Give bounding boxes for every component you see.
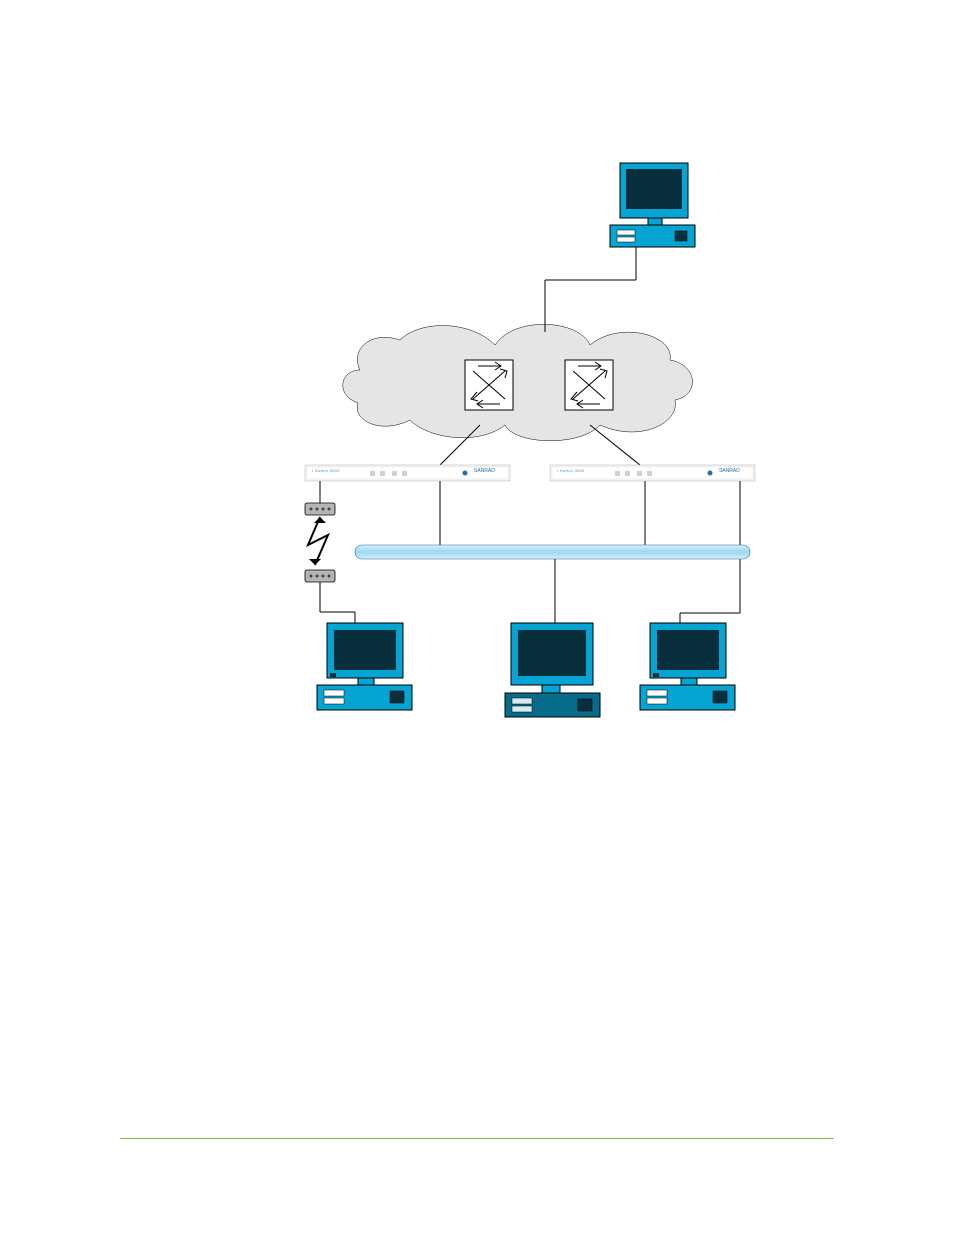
v-switch-a-brand: SANRAD: [474, 468, 495, 474]
ethernet-bus: [355, 545, 750, 559]
client-pc-right: [640, 623, 735, 710]
page: i Switch 3000 SANRAD i Switch 3000 SANRA…: [0, 0, 954, 1235]
switch-symbol-left: [465, 360, 513, 410]
footer-separator: [120, 1138, 834, 1139]
v-switch-a-label: i Switch 3000: [312, 468, 340, 473]
v-switch-b-brand: SANRAD: [719, 468, 740, 474]
diagram-svg: [280, 145, 760, 745]
modem-bottom: [305, 570, 335, 582]
modem-top: [305, 503, 335, 515]
switch-symbol-right: [565, 360, 613, 410]
cloud: [343, 324, 693, 440]
client-pc-top: [610, 163, 695, 247]
v-switch-b-label: i Switch 3000: [557, 468, 585, 473]
client-pc-middle: [505, 623, 600, 717]
client-pc-left: [317, 623, 412, 710]
lightning-icon: [308, 517, 328, 565]
network-diagram: i Switch 3000 SANRAD i Switch 3000 SANRA…: [280, 145, 760, 745]
